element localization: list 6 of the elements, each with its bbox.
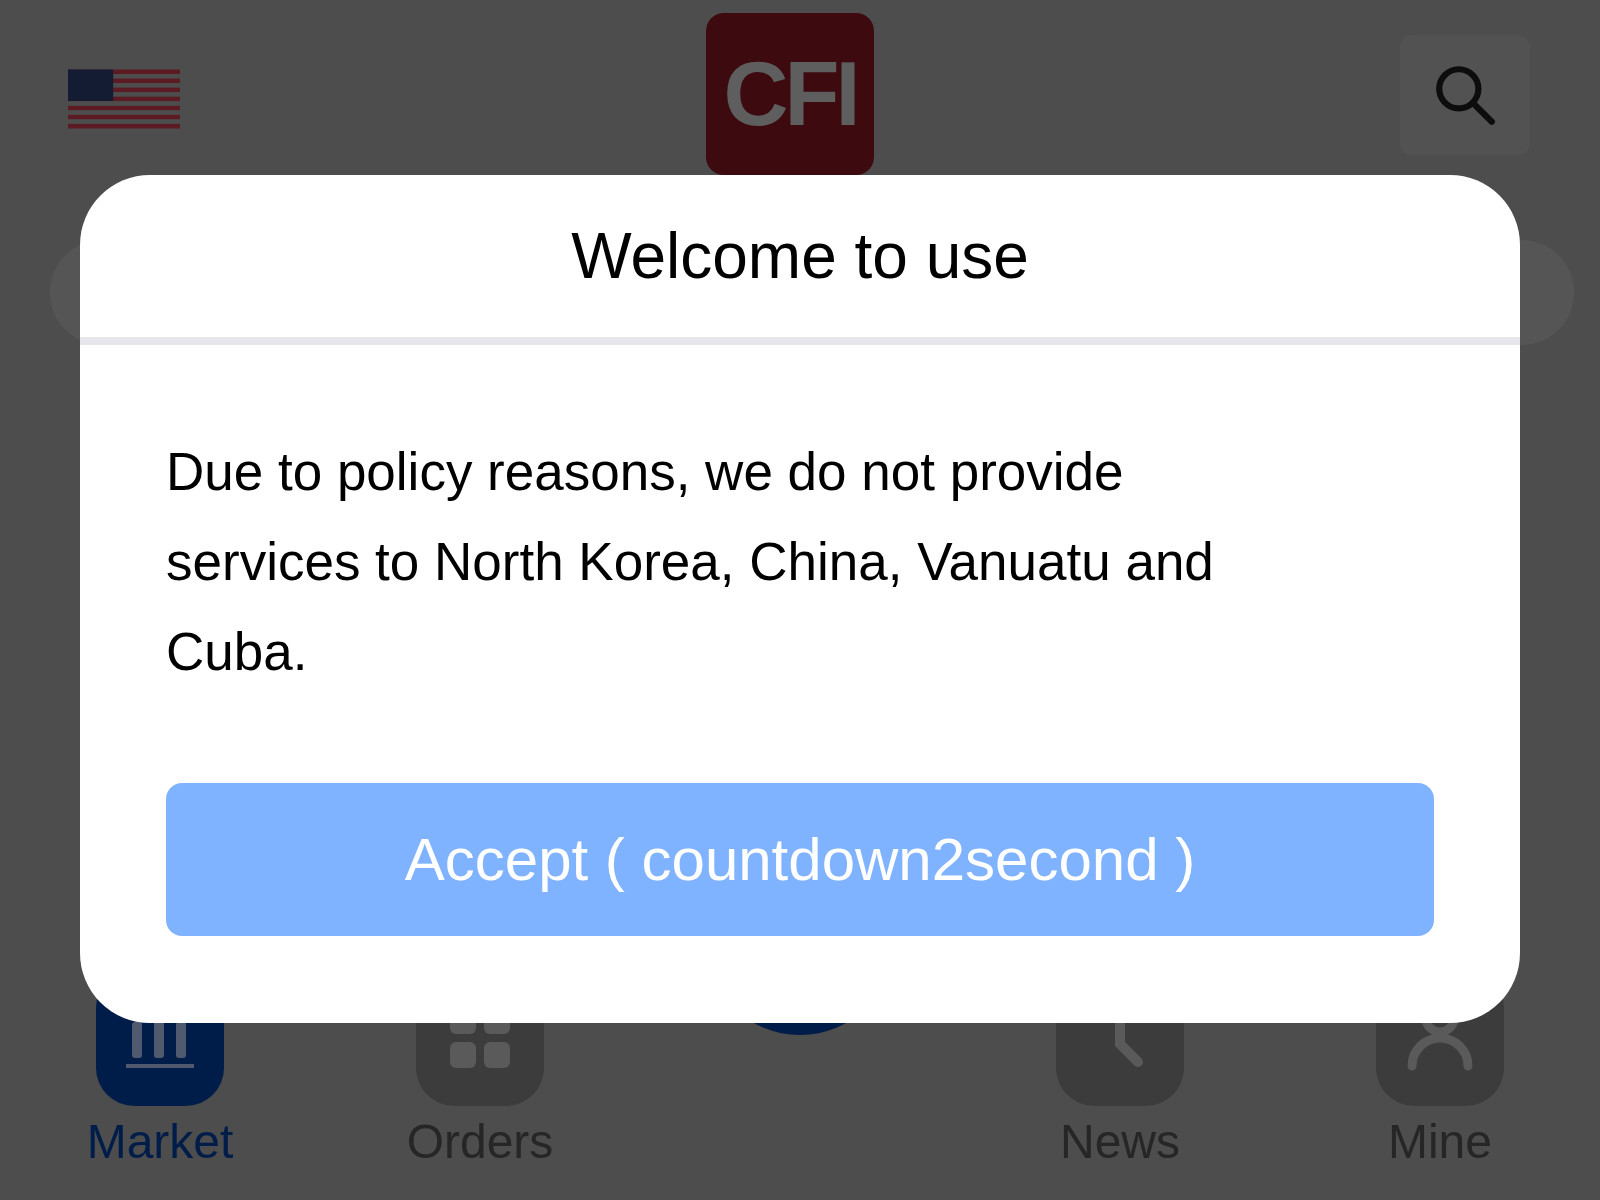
- dialog-title: Welcome to use: [570, 219, 1030, 294]
- logo: CFI: [706, 13, 874, 175]
- search-button[interactable]: [1400, 35, 1530, 155]
- dialog-message: Due to policy reasons, we do not provide services to North Korea, China, Vanuatu and Cuba.: [166, 441, 1215, 683]
- flag-icon[interactable]: [68, 69, 180, 129]
- accept-button[interactable]: Accept ( countdown2second ): [166, 783, 1434, 936]
